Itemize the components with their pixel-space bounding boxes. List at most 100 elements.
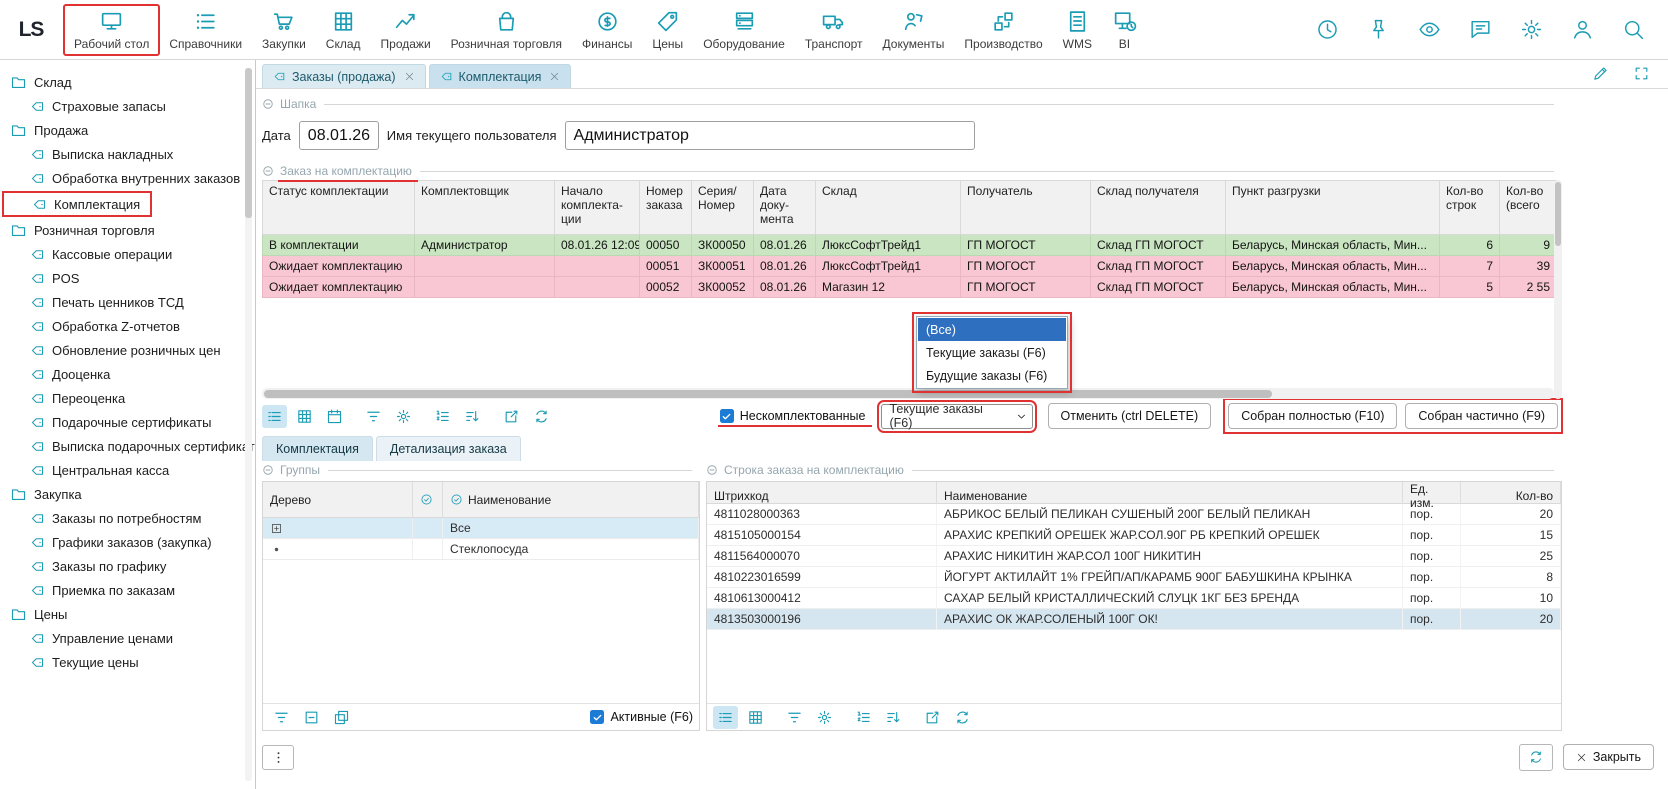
grid-icon[interactable] [292,405,317,428]
user-icon[interactable] [1570,17,1595,42]
sidebar-item[interactable]: Выписка накладных [0,142,255,166]
view-list-icon[interactable] [713,706,738,729]
grid-icon[interactable] [743,706,768,729]
sidebar-item[interactable]: Закупка [0,482,255,506]
orders-hscrollbar-thumb[interactable] [264,390,1272,398]
groups-col-name[interactable]: Наименование [443,482,699,517]
ribbon-item-wms[interactable]: WMS [1053,5,1102,55]
orders-column-header[interactable]: Серия/ Номер [692,181,754,235]
sidebar-item[interactable]: Управление ценами [0,626,255,650]
sidebar-item[interactable]: Страховые запасы [0,94,255,118]
orders-column-header[interactable]: Получатель [961,181,1091,235]
sidebar-item[interactable]: Приемка по заказам [0,578,255,602]
tab-close-icon[interactable] [549,71,560,82]
close-button[interactable]: Закрыть [1563,744,1654,770]
sidebar-item[interactable]: Центральная касса [0,458,255,482]
sidebar-item[interactable]: Заказы по графику [0,554,255,578]
sidebar-scrollbar-thumb[interactable] [245,68,252,218]
ribbon-item-retail[interactable]: Розничная торговля [441,5,572,55]
pin-icon[interactable] [1366,17,1391,42]
ribbon-item-finance[interactable]: Финансы [572,5,642,55]
uncompleted-checkbox[interactable]: Нескомплектованные [720,409,866,423]
sidebar-item[interactable]: Обработка Z-отчетов [0,314,255,338]
orders-column-header[interactable]: Дата доку- мента [754,181,816,235]
sync-icon[interactable] [529,405,554,428]
date-input[interactable]: 08.01.26 [299,121,379,150]
document-tab[interactable]: Заказы (продажа) [262,64,426,88]
fullscreen-icon[interactable] [1633,65,1650,82]
sidebar-item[interactable]: Комплектация [2,191,152,217]
export-icon[interactable] [920,706,945,729]
view-list-icon[interactable] [262,405,287,428]
sidebar-item[interactable]: Переоценка [0,386,255,410]
group-row[interactable]: Стеклопосуда [263,539,699,560]
detail-tab[interactable]: Комплектация [262,436,373,461]
ribbon-item-directory[interactable]: Справочники [159,5,252,55]
orders-column-header[interactable]: Статус комплектации [263,181,415,235]
tab-close-icon[interactable] [404,71,415,82]
ribbon-item-transport[interactable]: Транспорт [795,5,873,55]
gear-icon[interactable] [1519,17,1544,42]
order-line-row[interactable]: 4813503000196АРАХИС ОК ЖАР.СОЛЕНЫЙ 100Г … [707,609,1561,630]
sidebar-item[interactable]: Продажа [0,118,255,142]
sidebar-item[interactable]: Обновление розничных цен [0,338,255,362]
filter-icon[interactable] [269,706,294,729]
orders-column-header[interactable]: Кол-во строк [1440,181,1500,235]
collapse-section-icon[interactable] [262,464,274,476]
ribbon-item-prices[interactable]: Цены [642,5,693,55]
ribbon-item-documents[interactable]: Документы [873,5,955,55]
sidebar-item[interactable]: Текущие цены [0,650,255,674]
dropdown-item[interactable]: Текущие заказы (F6) [918,341,1066,364]
orders-vscrollbar[interactable] [1554,180,1562,399]
orders-column-header[interactable]: Кол-во (всего [1500,181,1557,235]
collected-full-button[interactable]: Собран полностью (F10) [1228,403,1397,429]
tree-expand-icon[interactable] [270,522,283,535]
sidebar-item[interactable]: Подарочные сертификаты [0,410,255,434]
orders-column-header[interactable]: Пункт разгрузки [1226,181,1440,235]
order-line-row[interactable]: 4811564000070АРАХИС НИКИТИН ЖАР.СОЛ 100Г… [707,546,1561,567]
orders-vscrollbar-thumb[interactable] [1555,182,1561,246]
ribbon-item-cart[interactable]: Закупки [252,5,316,55]
sidebar-item[interactable]: Склад [0,70,255,94]
sidebar-scrollbar[interactable] [245,68,252,781]
chat-icon[interactable] [1468,17,1493,42]
sidebar-item[interactable]: POS [0,266,255,290]
collapse-section-icon[interactable] [706,464,718,476]
sort-icon[interactable] [460,405,485,428]
sidebar-item[interactable]: Печать ценников ТСД [0,290,255,314]
sort-icon[interactable] [881,706,906,729]
order-row[interactable]: Ожидает комплектацию00052ЗК0005208.01.26… [263,277,1557,298]
orders-column-header[interactable]: Номер заказа [640,181,692,235]
gear-icon[interactable] [391,405,416,428]
order-line-row[interactable]: 4815105000154АРАХИС КРЕПКИЙ ОРЕШЕК ЖАР.С… [707,525,1561,546]
groups-col-tree[interactable]: Дерево [263,482,413,517]
tree-leaf-icon[interactable] [270,543,283,556]
sidebar-item[interactable]: Обработка внутренних заказов [0,166,255,190]
detail-tab[interactable]: Детализация заказа [376,436,521,461]
export-icon[interactable] [499,405,524,428]
order-row[interactable]: В комплектацииАдминистратор08.01.26 12:0… [263,235,1557,256]
sidebar-item[interactable]: Розничная торговля [0,218,255,242]
orders-hscrollbar[interactable] [262,388,1554,399]
orders-column-header[interactable]: Начало комплекта- ции [555,181,640,235]
gear-icon[interactable] [812,706,837,729]
ribbon-item-desktop[interactable]: Рабочий стол [64,5,159,55]
more-actions-button[interactable] [262,745,294,770]
collapse-section-icon[interactable] [262,165,274,177]
sidebar-item[interactable]: Дооценка [0,362,255,386]
order-row[interactable]: Ожидает комплектацию00051ЗК0005108.01.26… [263,256,1557,277]
order-line-row[interactable]: 4810223016599ЙОГУРТ АКТИЛАЙТ 1% ГРЕЙП/АП… [707,567,1561,588]
sync-icon[interactable] [950,706,975,729]
document-tab[interactable]: Комплектация [429,64,572,88]
collected-partial-button[interactable]: Собран частично (F9) [1405,403,1558,429]
cancel-button[interactable]: Отменить (ctrl DELETE) [1048,403,1212,429]
group-row[interactable]: Все [263,518,699,539]
refresh-button[interactable] [1519,744,1553,771]
filter-icon[interactable] [361,405,386,428]
orders-column-header[interactable]: Склад получателя [1091,181,1226,235]
orders-column-header[interactable]: Склад [816,181,961,235]
filter-icon[interactable] [782,706,807,729]
ribbon-item-equipment[interactable]: Оборудование [693,5,795,55]
edit-icon[interactable] [1592,65,1609,82]
sidebar-item[interactable]: Графики заказов (закупка) [0,530,255,554]
